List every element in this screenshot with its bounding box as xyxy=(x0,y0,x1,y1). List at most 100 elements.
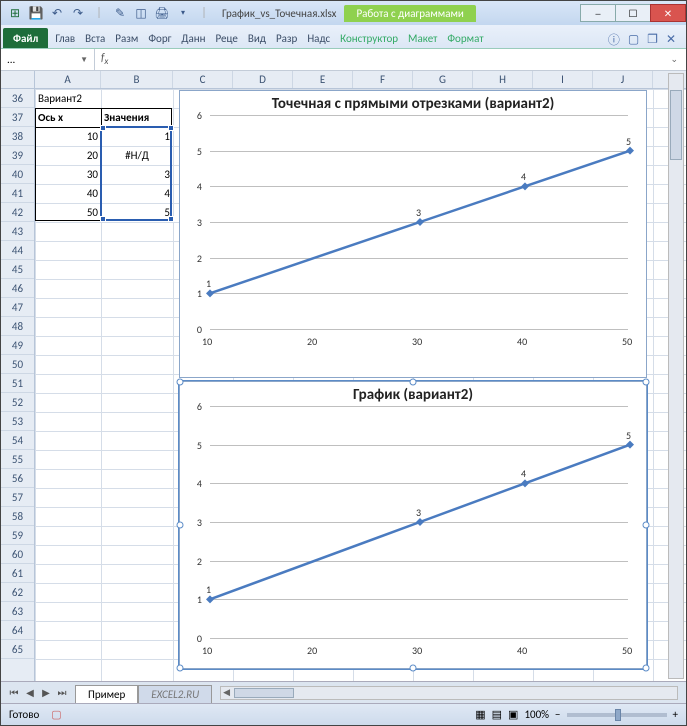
chart-resize-handle[interactable] xyxy=(177,379,184,386)
print-preview-icon[interactable]: 🖨 xyxy=(154,5,170,21)
macro-record-icon[interactable]: ▢ xyxy=(51,708,61,721)
row-header-50[interactable]: 50 xyxy=(1,355,34,374)
ribbon-tab-6[interactable]: Вид xyxy=(243,28,271,48)
row-header-53[interactable]: 53 xyxy=(1,412,34,431)
col-header-D[interactable]: D xyxy=(233,71,293,88)
row-header-51[interactable]: 51 xyxy=(1,374,34,393)
zoom-level[interactable]: 100% xyxy=(524,708,549,721)
ribbon-tab-8[interactable]: Надс xyxy=(302,28,335,48)
qat-more-icon[interactable]: ▾ xyxy=(175,5,191,21)
row-header-52[interactable]: 52 xyxy=(1,393,34,412)
row-header-55[interactable]: 55 xyxy=(1,450,34,469)
row-header-56[interactable]: 56 xyxy=(1,469,34,488)
chart-line[interactable]: График (вариант2)012345610203040501345 xyxy=(179,381,647,669)
cell-grid[interactable]: Вариант2Ось хЗначения10120#Н/Д303404505Т… xyxy=(35,89,686,681)
row-header-38[interactable]: 38 xyxy=(1,127,34,146)
chart-resize-handle[interactable] xyxy=(643,522,650,529)
tab-nav-first-icon[interactable]: ⏮ xyxy=(7,686,21,699)
view-break-icon[interactable]: ▣ xyxy=(508,708,518,721)
row-header-64[interactable]: 64 xyxy=(1,621,34,640)
tab-nav-prev-icon[interactable]: ◀ xyxy=(23,686,37,699)
qat-icon-2[interactable]: ◫ xyxy=(133,5,149,21)
row-header-40[interactable]: 40 xyxy=(1,165,34,184)
save-icon[interactable]: 💾 xyxy=(28,5,44,21)
ribbon-ctx-tab-0[interactable]: Конструктор xyxy=(335,28,403,48)
view-normal-icon[interactable]: ▦ xyxy=(475,708,485,721)
formula-expand-icon[interactable]: ⌄ xyxy=(662,54,686,65)
minimize-button[interactable]: ─ xyxy=(580,4,616,22)
row-header-43[interactable]: 43 xyxy=(1,222,34,241)
row-header-44[interactable]: 44 xyxy=(1,241,34,260)
select-all-corner[interactable] xyxy=(1,71,35,89)
row-header-47[interactable]: 47 xyxy=(1,298,34,317)
row-header-36[interactable]: 36 xyxy=(1,89,34,108)
name-box-dropdown-icon[interactable]: ▼ xyxy=(80,55,88,65)
horizontal-scrollbar[interactable]: ◀ xyxy=(220,686,678,700)
col-header-B[interactable]: B xyxy=(101,71,173,88)
row-header-37[interactable]: 37 xyxy=(1,108,34,127)
row-header-54[interactable]: 54 xyxy=(1,431,34,450)
zoom-slider[interactable] xyxy=(567,713,667,717)
row-header-41[interactable]: 41 xyxy=(1,184,34,203)
row-header-63[interactable]: 63 xyxy=(1,602,34,621)
ribbon-tab-3[interactable]: Форг xyxy=(143,28,176,48)
chart-resize-handle[interactable] xyxy=(177,665,184,672)
ribbon-ctx-tab-2[interactable]: Формат xyxy=(442,28,488,48)
col-header-H[interactable]: H xyxy=(473,71,533,88)
zoom-in-icon[interactable]: + xyxy=(673,708,678,721)
view-layout-icon[interactable]: ▤ xyxy=(492,708,502,721)
help-icon[interactable]: ⓘ xyxy=(608,31,620,48)
ribbon-tab-7[interactable]: Разр xyxy=(271,28,302,48)
row-header-62[interactable]: 62 xyxy=(1,583,34,602)
ribbon-tab-1[interactable]: Вста xyxy=(80,28,110,48)
row-header-65[interactable]: 65 xyxy=(1,640,34,659)
sheet-tab-inactive[interactable]: EXCEL2.RU xyxy=(138,685,212,703)
maximize-button[interactable]: ☐ xyxy=(615,4,651,22)
cell-A36[interactable]: Вариант2 xyxy=(35,89,101,108)
vertical-scrollbar[interactable] xyxy=(668,73,684,679)
row-header-42[interactable]: 42 xyxy=(1,203,34,222)
chart-resize-handle[interactable] xyxy=(177,522,184,529)
close-button[interactable]: ✕ xyxy=(650,4,686,22)
row-header-45[interactable]: 45 xyxy=(1,260,34,279)
chart-resize-handle[interactable] xyxy=(643,379,650,386)
ribbon-tab-5[interactable]: Реце xyxy=(211,28,243,48)
undo-icon[interactable]: ↶ xyxy=(49,5,65,21)
row-header-46[interactable]: 46 xyxy=(1,279,34,298)
ribbon-ctx-tab-1[interactable]: Макет xyxy=(403,28,442,48)
sheet-tab-active[interactable]: Пример xyxy=(75,685,138,703)
tab-nav-last-icon[interactable]: ⏭ xyxy=(55,686,69,699)
chart-resize-handle[interactable] xyxy=(410,665,417,672)
col-header-G[interactable]: G xyxy=(413,71,473,88)
name-box[interactable]: ... ▼ xyxy=(1,49,95,70)
row-header-39[interactable]: 39 xyxy=(1,146,34,165)
ribbon-tab-2[interactable]: Разм xyxy=(110,28,143,48)
row-header-61[interactable]: 61 xyxy=(1,564,34,583)
file-tab[interactable]: Файл xyxy=(3,28,48,48)
chart-resize-handle[interactable] xyxy=(410,379,417,386)
row-header-59[interactable]: 59 xyxy=(1,526,34,545)
tab-nav-next-icon[interactable]: ▶ xyxy=(39,686,53,699)
col-header-J[interactable]: J xyxy=(593,71,653,88)
col-header-I[interactable]: I xyxy=(533,71,593,88)
ribbon-tab-0[interactable]: Глав xyxy=(50,28,80,48)
row-header-58[interactable]: 58 xyxy=(1,507,34,526)
redo-icon[interactable]: ↷ xyxy=(70,5,86,21)
ribbon-tab-4[interactable]: Данн xyxy=(176,28,210,48)
col-header-E[interactable]: E xyxy=(293,71,353,88)
col-header-A[interactable]: A xyxy=(35,71,101,88)
row-header-49[interactable]: 49 xyxy=(1,336,34,355)
row-header-57[interactable]: 57 xyxy=(1,488,34,507)
zoom-out-icon[interactable]: − xyxy=(555,708,560,721)
col-header-F[interactable]: F xyxy=(353,71,413,88)
col-header-C[interactable]: C xyxy=(173,71,233,88)
chart-resize-handle[interactable] xyxy=(643,665,650,672)
qat-icon-1[interactable]: ✎ xyxy=(112,5,128,21)
fx-icon[interactable]: fx xyxy=(95,51,114,67)
ribbon-min-icon[interactable]: ▢ xyxy=(628,32,639,47)
ribbon-restore-icon[interactable]: ❐ xyxy=(647,32,658,47)
row-header-48[interactable]: 48 xyxy=(1,317,34,336)
ribbon-close-icon[interactable]: ✕ xyxy=(666,32,676,47)
chart-scatter[interactable]: Точечная с прямыми отрезками (вариант2)0… xyxy=(179,90,647,378)
row-header-60[interactable]: 60 xyxy=(1,545,34,564)
